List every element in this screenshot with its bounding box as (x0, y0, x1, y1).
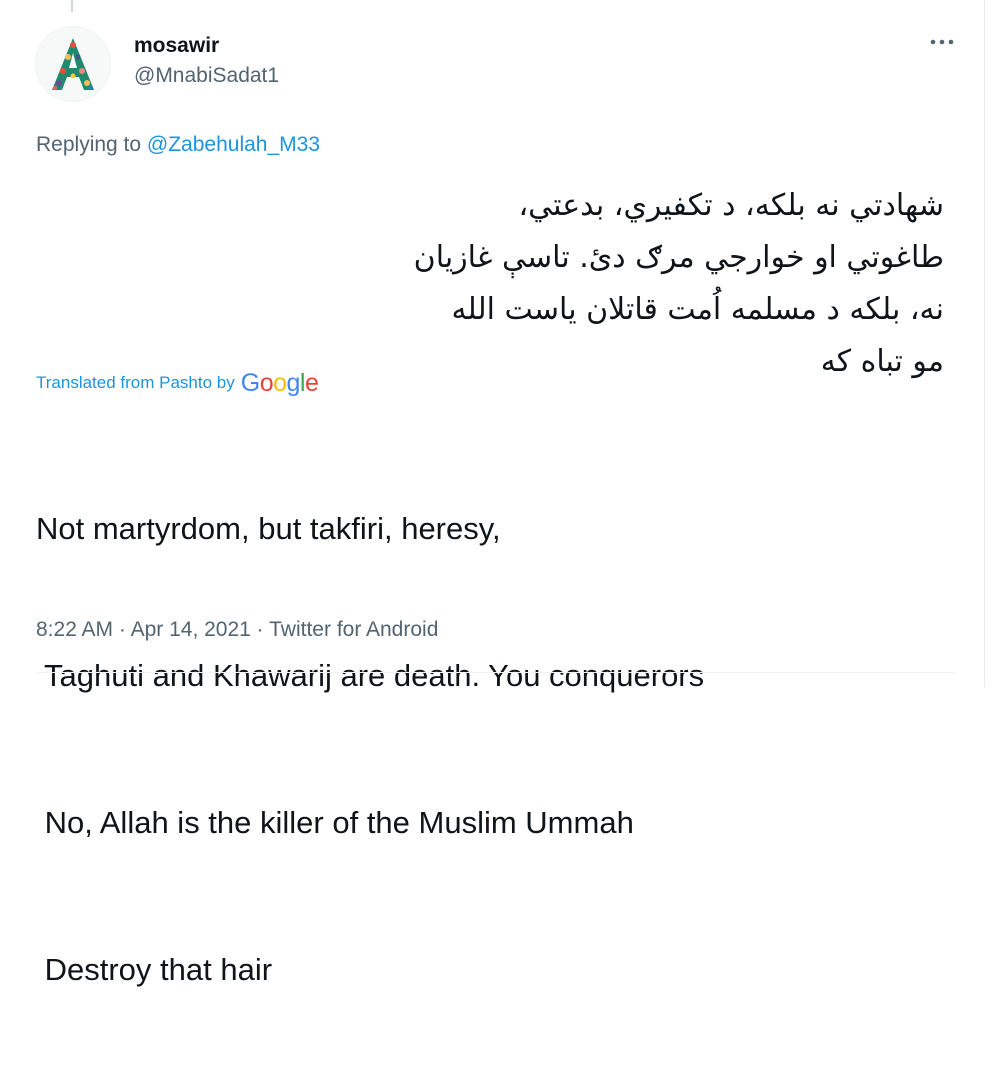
tweet-time-link[interactable]: 8:22 AM (36, 618, 113, 641)
author-handle[interactable]: @MnabiSadat1 (134, 64, 279, 88)
replying-to: Replying to @Zabehulah_M33 (36, 133, 320, 157)
translated-text-line: No, Allah is the killer of the Muslim Um… (36, 805, 634, 840)
translated-text-line: Destroy that hair (36, 952, 273, 987)
replying-to-label: Replying to (36, 133, 142, 156)
more-options-button[interactable] (924, 30, 960, 54)
tweet-metadata: 8:22 AM · Apr 14, 2021 · Twitter for And… (36, 618, 438, 642)
translation-label: Translated from Pashto by (36, 373, 235, 392)
tweet-source-link[interactable]: Twitter for Android (269, 618, 438, 641)
original-text-line: نه، بلکه د مسلمه اُمت قاتلان ياست الله (451, 292, 944, 327)
avatar[interactable] (35, 26, 111, 102)
letter-a-avatar-icon (52, 38, 94, 90)
thread-connector (71, 0, 73, 12)
tweet-date-link[interactable]: Apr 14, 2021 (131, 618, 251, 641)
translated-text-line: Not martyrdom, but takfiri, heresy, (36, 511, 501, 546)
tweet-original-text: شهادتي نه بلکه، د تکفيري، بدعتي، طاغوتي … (304, 180, 944, 388)
google-logo: Google (240, 368, 319, 397)
original-text-line: مو تباه که (820, 344, 944, 379)
divider (36, 672, 956, 673)
replying-to-mention-link[interactable]: @Zabehulah_M33 (147, 133, 320, 156)
original-text-line: طاغوتي او خوارجي مرګ دئ. تاسې غازيان (413, 240, 944, 275)
original-text-line: شهادتي نه بلکه، د تکفيري، بدعتي، (518, 188, 944, 223)
meta-separator: · (250, 618, 270, 641)
translated-text-line: Taghuti and Khawarij are death. You conq… (36, 658, 705, 693)
tweet-translated-text: Not martyrdom, but takfiri, heresy, Tagh… (36, 406, 704, 1092)
author-display-name[interactable]: mosawir (134, 34, 219, 58)
more-options-icon (930, 39, 954, 45)
tweet-card: mosawir @MnabiSadat1 Replying to @Zabehu… (0, 0, 985, 987)
translation-attribution[interactable]: Translated from Pashto by Google (36, 368, 319, 397)
meta-separator: · (113, 618, 131, 641)
